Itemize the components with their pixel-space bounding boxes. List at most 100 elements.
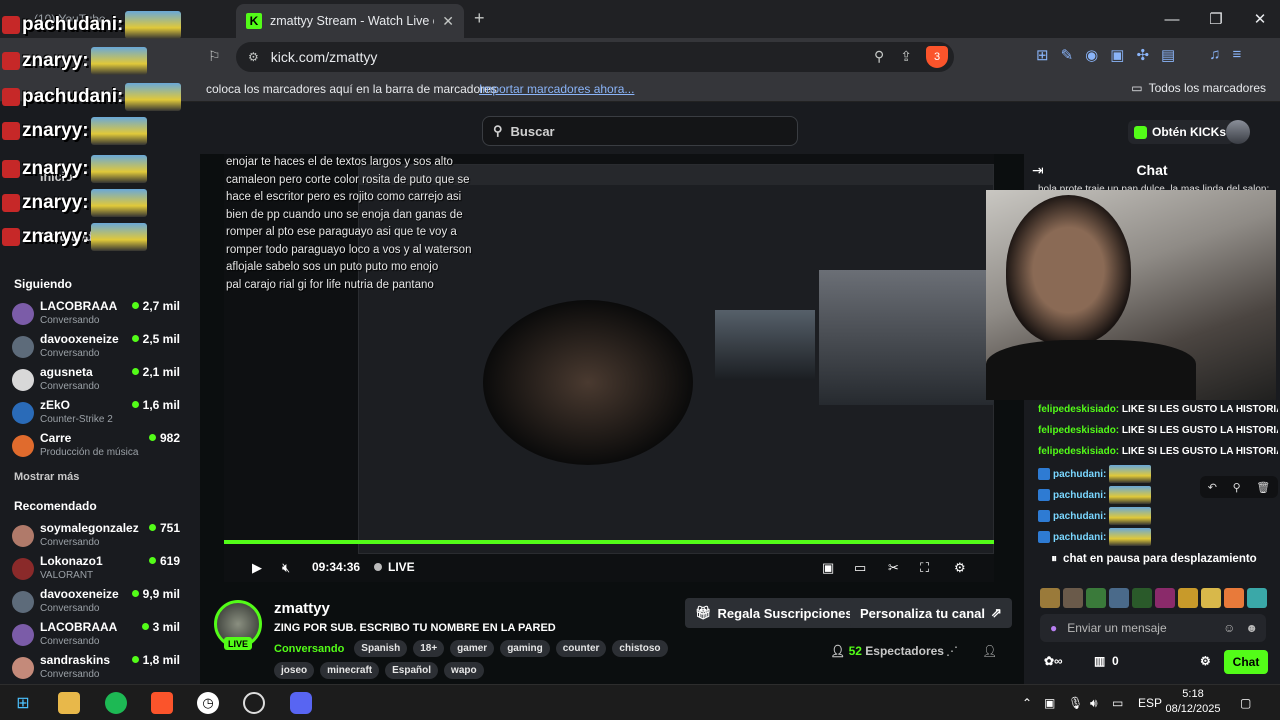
emote-icon[interactable] — [1040, 588, 1060, 608]
system-clock[interactable]: 5:18 08/12/2025 — [1164, 687, 1222, 717]
clip-icon[interactable]: ✂ — [888, 560, 899, 576]
emote-icon[interactable] — [1132, 588, 1152, 608]
chat-username[interactable]: pachudani: — [1053, 490, 1106, 501]
discord-icon[interactable] — [290, 692, 312, 714]
channel-row[interactable]: Lokonazo1 VALORANT 619 — [12, 554, 188, 586]
volume-icon[interactable]: 🔊︎ — [1090, 696, 1098, 711]
chat-username[interactable]: pachudani: — [1053, 532, 1106, 543]
import-bookmarks-link[interactable]: Importar marcadores ahora... — [479, 82, 634, 96]
tray-chevron-icon[interactable]: ⌃ — [1022, 696, 1032, 710]
chat-settings-icon[interactable]: ⚙ — [1200, 654, 1211, 668]
pip-icon[interactable]: ▣ — [822, 560, 834, 576]
file-explorer-icon[interactable] — [58, 692, 80, 714]
video-player[interactable]: enojar te haces el de textos largos y so… — [224, 154, 994, 582]
tag-chip[interactable]: wapo — [444, 662, 484, 679]
site-info-icon[interactable]: ⚙ — [248, 50, 259, 64]
search-input[interactable]: ⚲ Buscar — [482, 116, 798, 146]
chat-username[interactable]: pachudani: — [1053, 469, 1106, 480]
channel-row[interactable]: agusneta Conversando 2,1 mil — [12, 365, 188, 397]
tag-chip[interactable]: gaming — [500, 640, 550, 657]
gift-subs-button[interactable]: 🎁︎ Regala Suscripciones — [685, 598, 863, 628]
emote-icon[interactable] — [1109, 588, 1129, 608]
tab-close-icon[interactable]: ✕ — [442, 13, 454, 30]
tag-chip[interactable]: counter — [555, 640, 607, 657]
clock-app-icon[interactable]: ◷ — [197, 692, 219, 714]
notifications-icon[interactable]: ▢ — [1240, 696, 1251, 710]
channel-row[interactable]: soymalegonzalez Conversando 751 — [12, 521, 188, 553]
menu-icon[interactable]: ≡ — [1232, 46, 1241, 64]
play-icon[interactable]: ▶ — [252, 560, 262, 576]
windows-start-icon[interactable]: ⊞ — [12, 692, 34, 714]
mic-tray-icon[interactable]: 🎙︎ — [1068, 696, 1083, 710]
extension-icon[interactable]: ✎ — [1061, 46, 1074, 64]
tab-active[interactable]: K zmattyy Stream - Watch Live on Kick ✕ — [236, 4, 464, 38]
tag-chip[interactable]: Español — [385, 662, 439, 679]
smile-icon[interactable]: ☻ — [1245, 621, 1258, 635]
language-indicator[interactable]: ESP — [1138, 696, 1162, 710]
spotify-icon[interactable] — [105, 692, 127, 714]
brave-shield-icon[interactable]: 3 — [926, 46, 948, 68]
emote-icon[interactable] — [1155, 588, 1175, 608]
obs-icon[interactable] — [243, 692, 265, 714]
emote-icon[interactable] — [1063, 588, 1083, 608]
tag-chip[interactable]: chistoso — [612, 640, 668, 657]
emote-icon[interactable] — [1201, 588, 1221, 608]
channel-row[interactable]: davooxeneize Conversando 9,9 mil — [12, 587, 188, 619]
address-bar[interactable]: ⚙ kick.com/zmattyy ⚲ ⇪ 3 — [236, 42, 954, 72]
share-icon[interactable]: ⇪ — [900, 48, 912, 65]
live-indicator[interactable]: LIVE — [374, 560, 415, 574]
chat-username[interactable]: felipedeskisiado: — [1038, 446, 1119, 457]
mic-icon[interactable]: ● — [1050, 621, 1057, 635]
tag-chip[interactable]: gamer — [450, 640, 495, 657]
fullscreen-icon[interactable]: ⛶ — [920, 560, 929, 576]
emote-icon[interactable] — [1178, 588, 1198, 608]
customize-channel-button[interactable]: Personaliza tu canal ⇗ — [850, 598, 1012, 628]
brave-icon[interactable] — [151, 692, 173, 714]
emote-icon[interactable] — [1247, 588, 1267, 608]
extension-icon[interactable]: ▣ — [1110, 46, 1124, 64]
chat-input[interactable]: ● Enviar un mensaje ☺ ☻ — [1040, 614, 1266, 642]
chat-username[interactable]: felipedeskisiado: — [1038, 425, 1119, 436]
channel-row[interactable]: LACOBRAAA Conversando 2,7 mil — [12, 299, 188, 331]
gift-icon[interactable]: ✿∞ — [1044, 654, 1063, 668]
zoom-icon[interactable]: ⚲ — [874, 48, 884, 65]
category-link[interactable]: Conversando — [274, 643, 344, 655]
channel-row[interactable]: LACOBRAAA Conversando 3 mil — [12, 620, 188, 652]
channel-row[interactable]: Carre Producción de música 982 — [12, 431, 188, 463]
emote-icon[interactable] — [1086, 588, 1106, 608]
tag-chip[interactable]: 18+ — [413, 640, 445, 657]
mute-icon[interactable]: 🔇︎ — [282, 560, 290, 576]
send-chat-button[interactable]: Chat — [1224, 650, 1268, 674]
tag-chip[interactable]: joseo — [274, 662, 315, 679]
get-kicks-button[interactable]: Obtén KICKs — [1128, 120, 1235, 144]
puzzle-icon[interactable]: ✣ — [1136, 46, 1149, 64]
tag-chip[interactable]: Spanish — [354, 640, 408, 657]
chat-username[interactable]: felipedeskisiado: — [1038, 404, 1119, 415]
share-icon[interactable]: ⋰ — [946, 644, 958, 658]
translate-icon[interactable]: ⊞ — [1036, 46, 1049, 64]
tray-app-icon[interactable]: ▣ — [1044, 696, 1055, 710]
minimize-icon[interactable]: — — [1150, 0, 1194, 38]
maximize-icon[interactable]: ❐ — [1194, 0, 1238, 38]
extension-icon[interactable]: ◉ — [1085, 46, 1098, 64]
close-window-icon[interactable]: ✕ — [1238, 0, 1280, 38]
tag-chip[interactable]: minecraft — [320, 662, 380, 679]
follow-icon[interactable]: 👤︎ — [982, 644, 997, 658]
show-more-link[interactable]: Mostrar más — [14, 471, 79, 483]
emote-icon[interactable] — [1224, 588, 1244, 608]
new-tab-icon[interactable]: + — [474, 8, 485, 29]
chat-username[interactable]: pachudani: — [1053, 511, 1106, 522]
media-icon[interactable]: ♫ — [1209, 46, 1220, 64]
all-bookmarks-button[interactable]: ▭ Todos los marcadores — [1131, 81, 1266, 95]
emote-picker-icon[interactable]: ☺ — [1223, 621, 1235, 635]
network-icon[interactable]: ▭ — [1112, 696, 1123, 710]
channel-row[interactable]: zEkO Counter-Strike 2 1,6 mil — [12, 398, 188, 430]
theater-icon[interactable]: ▭ — [854, 560, 866, 576]
sidebar-toggle-icon[interactable]: ▤ — [1161, 46, 1175, 64]
pin-icon[interactable]: ⚲ — [1233, 481, 1241, 494]
channel-row[interactable]: davooxeneize Conversando 2,5 mil — [12, 332, 188, 364]
settings-icon[interactable]: ⚙ — [954, 560, 966, 576]
reply-icon[interactable]: ↶ — [1208, 481, 1217, 494]
delete-icon[interactable]: 🗑︎ — [1256, 481, 1270, 494]
bookmark-icon[interactable]: ⚐ — [208, 48, 221, 65]
